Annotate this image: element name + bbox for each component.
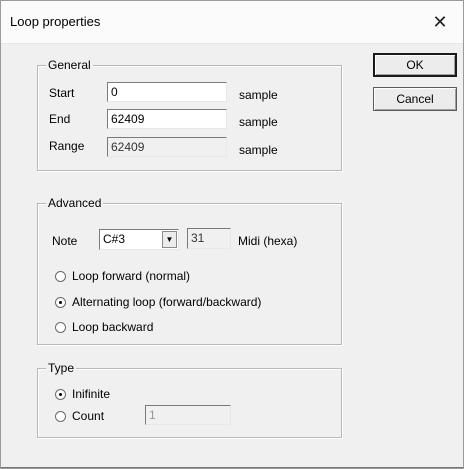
start-field[interactable]: 0 xyxy=(107,82,227,102)
advanced-legend: Advanced xyxy=(46,196,104,210)
start-unit: sample xyxy=(239,88,278,102)
end-unit: sample xyxy=(239,115,278,129)
end-field[interactable]: 62409 xyxy=(107,109,227,129)
range-field: 62409 xyxy=(107,137,227,157)
count-label: Count xyxy=(72,409,105,423)
range-unit: sample xyxy=(239,143,278,157)
note-label: Note xyxy=(52,234,78,248)
loop-properties-dialog: Loop properties ✕ OK Cancel General Star… xyxy=(0,0,464,469)
start-label: Start xyxy=(49,86,75,100)
radio-count[interactable]: Count xyxy=(55,409,104,423)
ok-button[interactable]: OK xyxy=(373,53,457,77)
midi-label: Midi (hexa) xyxy=(238,234,298,248)
range-label: Range xyxy=(49,139,85,153)
note-select-value: C#3 xyxy=(103,232,126,246)
chevron-down-icon[interactable]: ▼ xyxy=(162,231,177,248)
cancel-button-label: Cancel xyxy=(396,92,434,106)
midi-field: 31 xyxy=(187,228,231,249)
window-title: Loop properties xyxy=(10,14,101,29)
radio-button-selected-icon[interactable] xyxy=(55,388,66,400)
type-legend: Type xyxy=(46,361,77,375)
radio-loop-forward[interactable]: Loop forward (normal) xyxy=(55,269,190,283)
cancel-button[interactable]: Cancel xyxy=(373,87,457,111)
alternating-loop-label: Alternating loop (forward/backward) xyxy=(72,295,262,309)
note-select[interactable]: C#3 ▼ xyxy=(99,229,179,250)
general-legend: General xyxy=(46,58,93,72)
infinite-label: Inifinite xyxy=(72,387,111,401)
ok-button-label: OK xyxy=(406,58,424,72)
radio-button-icon[interactable] xyxy=(55,270,66,282)
radio-alternating-loop[interactable]: Alternating loop (forward/backward) xyxy=(55,295,261,309)
title-bar: Loop properties ✕ xyxy=(1,1,463,44)
loop-backward-label: Loop backward xyxy=(72,320,154,334)
radio-button-selected-icon[interactable] xyxy=(55,296,66,308)
type-group: Type xyxy=(37,361,342,438)
radio-infinite[interactable]: Inifinite xyxy=(55,387,110,401)
end-label: End xyxy=(49,112,71,126)
dialog-bottom-edge xyxy=(1,467,463,468)
radio-loop-backward[interactable]: Loop backward xyxy=(55,320,153,334)
close-icon[interactable]: ✕ xyxy=(417,1,463,43)
count-field: 1 xyxy=(145,405,231,425)
loop-forward-label: Loop forward (normal) xyxy=(72,269,191,283)
radio-button-icon[interactable] xyxy=(55,410,66,422)
radio-button-icon[interactable] xyxy=(55,321,66,333)
